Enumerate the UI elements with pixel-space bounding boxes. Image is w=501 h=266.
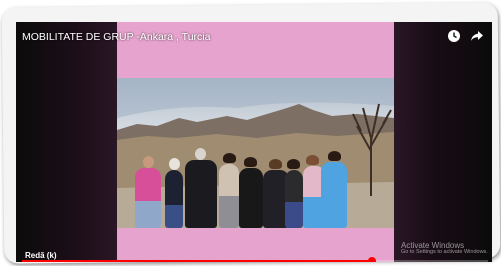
left-pillarbox — [16, 22, 117, 262]
person — [285, 170, 303, 228]
progress-fill — [22, 260, 372, 262]
video-title[interactable]: MOBILITATE DE GRUP -Ankara , Turcia — [22, 31, 210, 43]
watermark-subtitle: Go to Settings to activate Windows. — [401, 249, 488, 256]
person — [239, 168, 263, 228]
video-player[interactable]: MOBILITATE DE GRUP -Ankara , Turcia Acti… — [16, 22, 492, 262]
bare-tree — [352, 103, 392, 196]
share-icon[interactable] — [470, 29, 484, 43]
activate-windows-watermark: Activate Windows Go to Settings to activ… — [401, 241, 488, 256]
person — [165, 170, 183, 228]
person — [321, 162, 347, 228]
person-head — [169, 158, 180, 170]
person-hair — [223, 153, 236, 163]
progress-scrubber[interactable] — [367, 257, 376, 262]
top-right-controls — [447, 29, 484, 43]
person-hair — [269, 159, 282, 169]
progress-bar[interactable] — [22, 257, 488, 262]
person-hair — [287, 159, 300, 169]
person-hair — [306, 155, 319, 165]
person-head — [195, 148, 206, 160]
person — [135, 168, 161, 228]
right-pillarbox — [394, 22, 492, 262]
person-hair — [244, 157, 257, 167]
student-group — [135, 130, 347, 228]
person-hair — [328, 151, 341, 161]
person — [219, 164, 239, 228]
person-head — [143, 156, 154, 168]
group-photo — [117, 78, 394, 228]
play-shortcut-label[interactable]: Redă (k) — [25, 251, 57, 260]
clock-icon[interactable] — [447, 29, 461, 43]
person — [185, 160, 217, 228]
